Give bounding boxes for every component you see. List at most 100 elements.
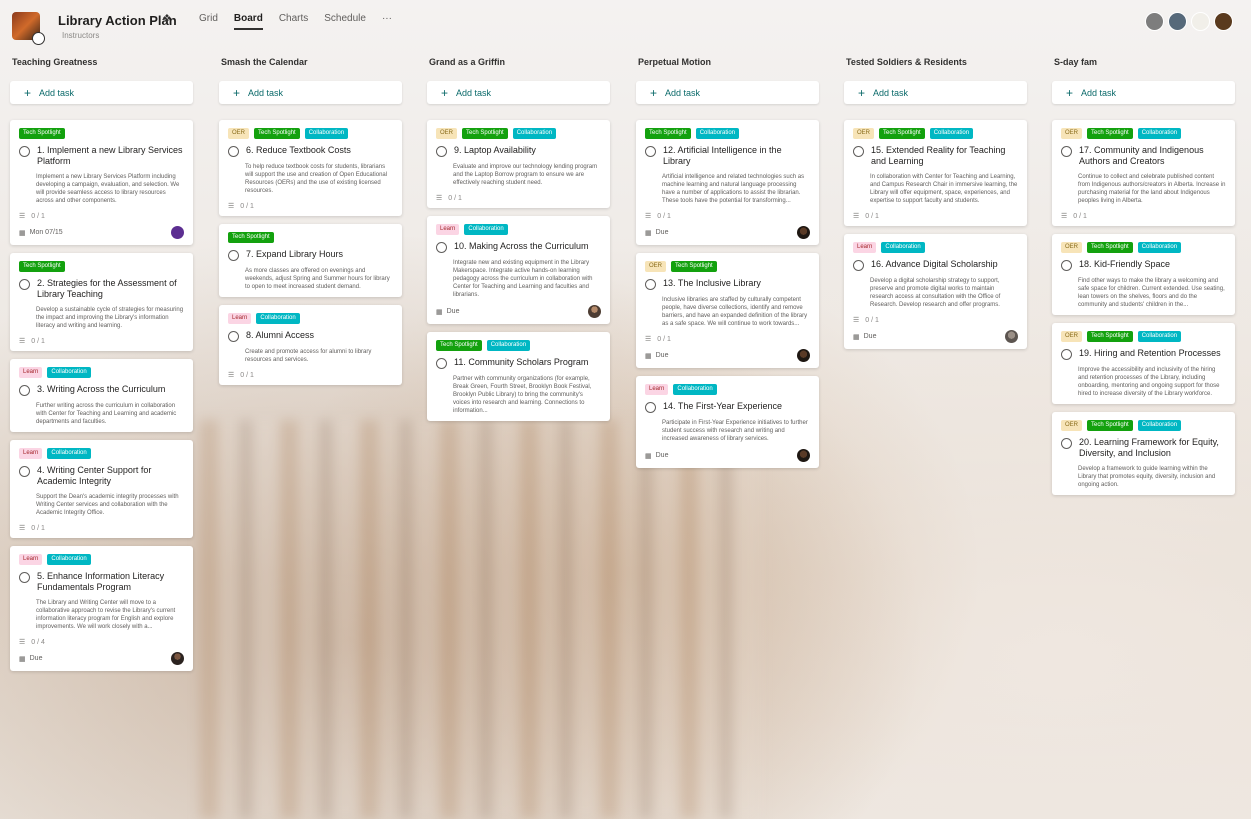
member-avatar[interactable] bbox=[1214, 12, 1233, 31]
assignee-avatar[interactable] bbox=[797, 349, 810, 362]
bucket-name[interactable]: Perpetual Motion bbox=[636, 57, 819, 71]
task-card[interactable]: OER Tech Spotlight Collaboration 15. Extend… bbox=[844, 120, 1027, 226]
checklist-count: 0 / 1 bbox=[865, 212, 879, 220]
calendar-icon: ▦ bbox=[645, 229, 652, 237]
task-card[interactable]: OER Tech Spotlight Collaboration 17. Commun… bbox=[1052, 120, 1235, 226]
task-card[interactable]: Learn Collaboration 16. Advance Digital Sc… bbox=[844, 234, 1027, 349]
task-title[interactable]: 20. Learning Framework for Equity, Diver… bbox=[1079, 437, 1226, 459]
task-card[interactable]: OER Tech Spotlight 13. The Inclusive Libra… bbox=[636, 253, 819, 368]
task-card[interactable]: Learn Collaboration 10. Making Across the … bbox=[427, 216, 610, 324]
complete-checkbox[interactable] bbox=[19, 572, 30, 583]
complete-checkbox[interactable] bbox=[645, 402, 656, 413]
task-title[interactable]: 10. Making Across the Curriculum bbox=[454, 241, 589, 252]
more-options-icon[interactable]: ··· bbox=[382, 13, 392, 30]
label-row: Learn Collaboration bbox=[853, 242, 1018, 253]
assignee-avatar[interactable] bbox=[171, 226, 184, 239]
add-task-button[interactable]: + Add task bbox=[636, 81, 819, 104]
task-footer: ▦ Due bbox=[645, 349, 810, 362]
member-avatar[interactable] bbox=[1145, 12, 1164, 31]
bucket-name[interactable]: Tested Soldiers & Residents bbox=[844, 57, 1027, 71]
complete-checkbox[interactable] bbox=[436, 146, 447, 157]
task-title[interactable]: 6. Reduce Textbook Costs bbox=[246, 145, 351, 156]
tab-board[interactable]: Board bbox=[233, 13, 263, 30]
task-title[interactable]: 1. Implement a new Library Services Plat… bbox=[37, 145, 184, 167]
assignee-avatar[interactable] bbox=[797, 226, 810, 239]
task-title[interactable]: 8. Alumni Access bbox=[246, 330, 314, 341]
task-title[interactable]: 16. Advance Digital Scholarship bbox=[871, 259, 998, 270]
complete-checkbox[interactable] bbox=[645, 279, 656, 290]
card-list: OER Tech Spotlight Collaboration 9. Laptop … bbox=[427, 120, 610, 421]
task-card[interactable]: Learn Collaboration 4. Writing Center Supp… bbox=[10, 440, 193, 538]
task-card[interactable]: OER Tech Spotlight Collaboration 18. Kid-Fr… bbox=[1052, 234, 1235, 315]
assignee-avatar[interactable] bbox=[171, 652, 184, 665]
complete-checkbox[interactable] bbox=[19, 385, 30, 396]
complete-checkbox[interactable] bbox=[1061, 146, 1072, 157]
complete-checkbox[interactable] bbox=[853, 260, 864, 271]
add-task-button[interactable]: + Add task bbox=[1052, 81, 1235, 104]
task-title[interactable]: 19. Hiring and Retention Processes bbox=[1079, 348, 1221, 359]
assignee-avatar[interactable] bbox=[797, 449, 810, 462]
task-title[interactable]: 12. Artificial Intelligence in the Libra… bbox=[663, 145, 810, 167]
complete-checkbox[interactable] bbox=[436, 242, 447, 253]
complete-checkbox[interactable] bbox=[228, 146, 239, 157]
task-description: The Library and Writing Center will move… bbox=[36, 600, 176, 630]
task-card[interactable]: Learn Collaboration 5. Enhance Information… bbox=[10, 546, 193, 671]
add-task-button[interactable]: + Add task bbox=[10, 81, 193, 104]
member-avatar[interactable] bbox=[1191, 12, 1210, 31]
add-task-button[interactable]: + Add task bbox=[427, 81, 610, 104]
tab-charts[interactable]: Charts bbox=[279, 13, 308, 30]
complete-checkbox[interactable] bbox=[1061, 349, 1072, 360]
task-card[interactable]: Learn Collaboration 14. The First-Year Exp… bbox=[636, 376, 819, 468]
task-title[interactable]: 18. Kid-Friendly Space bbox=[1079, 259, 1170, 270]
task-card[interactable]: OER Tech Spotlight Collaboration 6. Reduce … bbox=[219, 120, 402, 216]
task-card[interactable]: Learn Collaboration 8. Alumni Access Create… bbox=[219, 305, 402, 385]
complete-checkbox[interactable] bbox=[436, 358, 447, 369]
add-task-button[interactable]: + Add task bbox=[219, 81, 402, 104]
plan-icon[interactable] bbox=[12, 12, 45, 45]
complete-checkbox[interactable] bbox=[19, 466, 30, 477]
label-row: OER Tech Spotlight Collaboration bbox=[228, 128, 393, 139]
task-title[interactable]: 17. Community and Indigenous Authors and… bbox=[1079, 145, 1226, 167]
task-card[interactable]: Learn Collaboration 3. Writing Across the … bbox=[10, 359, 193, 432]
bucket-name[interactable]: Smash the Calendar bbox=[219, 57, 402, 71]
task-card[interactable]: OER Tech Spotlight Collaboration 9. Laptop … bbox=[427, 120, 610, 208]
task-title[interactable]: 5. Enhance Information Literacy Fundamen… bbox=[37, 571, 184, 593]
complete-checkbox[interactable] bbox=[19, 146, 30, 157]
complete-checkbox[interactable] bbox=[1061, 260, 1072, 271]
task-meta: ☰ 0 / 1 bbox=[853, 316, 1018, 325]
complete-checkbox[interactable] bbox=[1061, 438, 1072, 449]
task-card[interactable]: Tech Spotlight 7. Expand Library Hours As … bbox=[219, 224, 402, 297]
task-description: Partner with community organizations (fo… bbox=[453, 376, 592, 414]
complete-checkbox[interactable] bbox=[645, 146, 656, 157]
bucket-name[interactable]: Grand as a Griffin bbox=[427, 57, 610, 71]
tab-grid[interactable]: Grid bbox=[199, 13, 218, 30]
task-title[interactable]: 3. Writing Across the Curriculum bbox=[37, 384, 165, 395]
task-title[interactable]: 2. Strategies for the Assessment of Libr… bbox=[37, 278, 184, 300]
assignee-avatar[interactable] bbox=[588, 305, 601, 318]
task-title[interactable]: 9. Laptop Availability bbox=[454, 145, 536, 156]
task-card[interactable]: Tech Spotlight Collaboration 12. Artificia… bbox=[636, 120, 819, 245]
task-label: Collaboration bbox=[464, 224, 508, 235]
complete-checkbox[interactable] bbox=[228, 331, 239, 342]
task-card[interactable]: Tech Spotlight 1. Implement a new Library… bbox=[10, 120, 193, 245]
task-title[interactable]: 4. Writing Center Support for Academic I… bbox=[37, 465, 184, 487]
tab-schedule[interactable]: Schedule bbox=[324, 13, 366, 30]
member-avatar[interactable] bbox=[1168, 12, 1187, 31]
task-title[interactable]: 11. Community Scholars Program bbox=[454, 357, 588, 368]
bucket-name[interactable]: S-day fam bbox=[1052, 57, 1235, 71]
pin-icon[interactable]: ❖ bbox=[162, 12, 172, 25]
add-task-button[interactable]: + Add task bbox=[844, 81, 1027, 104]
task-title[interactable]: 7. Expand Library Hours bbox=[246, 249, 343, 260]
complete-checkbox[interactable] bbox=[853, 146, 864, 157]
task-title[interactable]: 15. Extended Reality for Teaching and Le… bbox=[871, 145, 1018, 167]
task-title[interactable]: 13. The Inclusive Library bbox=[663, 278, 761, 289]
complete-checkbox[interactable] bbox=[228, 250, 239, 261]
task-card[interactable]: Tech Spotlight 2. Strategies for the Asse… bbox=[10, 253, 193, 351]
assignee-avatar[interactable] bbox=[1005, 330, 1018, 343]
task-title[interactable]: 14. The First-Year Experience bbox=[663, 401, 782, 412]
task-card[interactable]: OER Tech Spotlight Collaboration 20. Learni… bbox=[1052, 412, 1235, 495]
task-card[interactable]: OER Tech Spotlight Collaboration 19. Hiring… bbox=[1052, 323, 1235, 404]
task-card[interactable]: Tech Spotlight Collaboration 11. Community… bbox=[427, 332, 610, 421]
bucket-name[interactable]: Teaching Greatness bbox=[10, 57, 193, 71]
complete-checkbox[interactable] bbox=[19, 279, 30, 290]
